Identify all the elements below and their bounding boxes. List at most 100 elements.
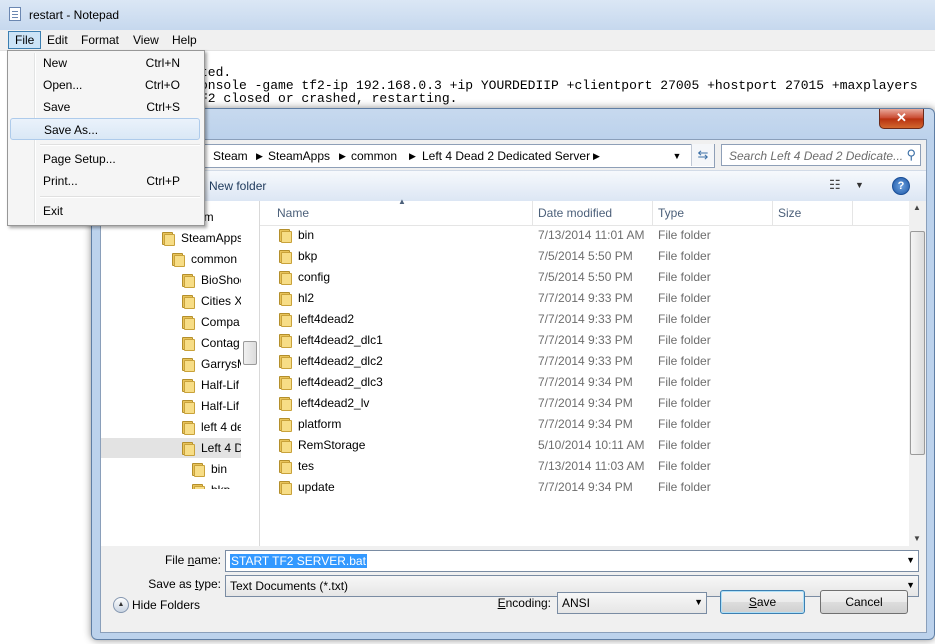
scroll-thumb[interactable] [910,231,925,455]
save-type-dropdown-icon[interactable]: ▼ [906,580,915,590]
hide-folders-button[interactable]: Hide Folders [132,598,200,612]
menu-separator [40,144,200,146]
menu-bar: File Edit Format View Help [0,30,935,51]
new-folder-button[interactable]: New folder [209,179,266,193]
tree-item-selected[interactable]: Left 4 D [101,438,243,458]
file-row[interactable]: left4dead2_lv 7/7/2014 9:34 PM File folder [260,393,909,414]
menu-item-new[interactable]: New Ctrl+N [10,52,200,74]
breadcrumb-steamapps[interactable]: SteamApps [268,149,330,163]
file-row[interactable]: bin 7/13/2014 11:01 AM File folder [260,225,909,246]
close-button[interactable]: ✕ [879,109,924,129]
folder-icon [278,438,292,453]
tree-item[interactable]: Half-Lif [181,396,239,416]
breadcrumb-common[interactable]: common [351,149,397,163]
folder-icon [278,417,292,432]
menu-item-save-as[interactable]: Save As... [10,118,200,140]
menu-help[interactable]: Help [166,32,203,48]
tree-item[interactable]: BioShoc [181,270,246,290]
folder-icon [278,291,292,306]
file-row[interactable]: hl2 7/7/2014 9:33 PM File folder [260,288,909,309]
chevron-up-icon[interactable]: ▲ [113,597,129,613]
tree-item-steamapps[interactable]: SteamApps [161,228,243,248]
file-row[interactable]: left4dead2_dlc2 7/7/2014 9:33 PM File fold… [260,351,909,372]
column-size[interactable]: Size [778,206,801,220]
breadcrumb-l4d2-server[interactable]: Left 4 Dead 2 Dedicated Server [422,149,590,163]
menu-format[interactable]: Format [75,32,125,48]
menu-view[interactable]: View [127,32,165,48]
save-button[interactable]: Save [720,590,805,614]
tree-item[interactable]: left 4 de [181,417,244,437]
file-row[interactable]: update 7/7/2014 9:34 PM File folder [260,477,909,498]
menu-file[interactable]: File [8,31,42,49]
search-input[interactable]: Search Left 4 Dead 2 Dedicate... ⚲ [721,144,921,166]
file-name-dropdown-icon[interactable]: ▼ [906,555,915,565]
file-name-label: File name: [164,553,221,567]
navigation-pane: steam SteamApps common BioShoc Cities X … [101,201,260,546]
file-row[interactable]: left4dead2_dlc1 7/7/2014 9:33 PM File fold… [260,330,909,351]
text-line-3: F2 closed or crashed, restarting. [200,91,458,106]
file-row[interactable]: left4dead2 7/7/2014 9:33 PM File folder [260,309,909,330]
tree-item[interactable]: Cities X [181,291,242,311]
folder-icon [278,333,292,348]
tree-item-bkp[interactable]: bkp [191,480,230,489]
file-row[interactable]: platform 7/7/2014 9:34 PM File folder [260,414,909,435]
file-list-scrollbar[interactable]: ▲ ▼ [909,201,926,546]
sort-ascending-icon: ▲ [398,197,406,206]
file-row[interactable]: RemStorage 5/10/2014 10:11 AM File folder [260,435,909,456]
folder-icon [191,483,205,489]
file-row[interactable]: left4dead2_dlc3 7/7/2014 9:34 PM File fold… [260,372,909,393]
folder-icon [278,228,292,243]
refresh-icon[interactable]: ⇆ [691,144,714,166]
menu-item-print[interactable]: Print... Ctrl+P [10,170,200,192]
file-row[interactable]: config 7/5/2014 5:50 PM File folder [260,267,909,288]
menu-item-exit[interactable]: Exit [10,200,200,222]
encoding-select[interactable]: ANSI ▼ [557,592,707,614]
address-dropdown-icon[interactable]: ▼ [668,145,686,167]
folder-icon [278,249,292,264]
folder-icon [278,396,292,411]
scroll-up-icon[interactable]: ▲ [913,203,921,212]
nav-scroll-thumb[interactable] [243,341,257,365]
scroll-down-icon[interactable]: ▼ [913,534,921,543]
menu-item-page-setup[interactable]: Page Setup... [10,148,200,170]
column-name[interactable]: Name [277,206,309,220]
file-name-input[interactable]: START TF2 SERVER.bat ▼ [225,550,919,572]
breadcrumb-separator: ▶ [256,151,263,161]
folder-icon [278,459,292,474]
encoding-dropdown-icon[interactable]: ▼ [694,597,703,607]
view-dropdown-icon[interactable]: ▼ [855,180,864,190]
nav-scrollbar[interactable] [241,201,258,546]
breadcrumb-separator: ▶ [339,151,346,161]
file-row[interactable]: bkp 7/5/2014 5:50 PM File folder [260,246,909,267]
help-icon[interactable]: ? [892,177,910,195]
view-options-icon[interactable]: ☷ [829,177,841,193]
folder-icon [278,270,292,285]
breadcrumb-steam[interactable]: Steam [213,149,248,163]
folder-icon [171,252,185,267]
column-type[interactable]: Type [658,206,684,220]
menu-item-open[interactable]: Open... Ctrl+O [10,74,200,96]
menu-edit[interactable]: Edit [41,32,74,48]
breadcrumb-separator: ▶ [409,151,416,161]
column-date-modified[interactable]: Date modified [538,206,612,220]
folder-icon [181,315,195,330]
breadcrumb-separator: ▶ [593,151,600,161]
cancel-button[interactable]: Cancel [820,590,908,614]
tree-item[interactable]: Compa [181,312,240,332]
file-list: Name ▲ Date modified Type Size bin 7/13/2… [260,197,926,546]
tree-item-common[interactable]: common [171,249,237,269]
tree-item[interactable]: Half-Lif [181,375,239,395]
menu-item-save[interactable]: Save Ctrl+S [10,96,200,118]
column-headers: Name ▲ Date modified Type Size [260,197,909,226]
window-title: restart - Notepad [29,8,120,22]
folder-icon [181,294,195,309]
tree-item[interactable]: Contag [181,333,240,353]
notepad-icon [9,7,21,21]
menu-separator [40,196,200,198]
file-row[interactable]: tes 7/13/2014 11:03 AM File folder [260,456,909,477]
search-icon: ⚲ [906,147,916,162]
folder-icon [191,462,205,477]
folder-icon [181,357,195,372]
tree-item[interactable]: GarrysM [181,354,247,374]
tree-item-bin[interactable]: bin [191,459,227,479]
